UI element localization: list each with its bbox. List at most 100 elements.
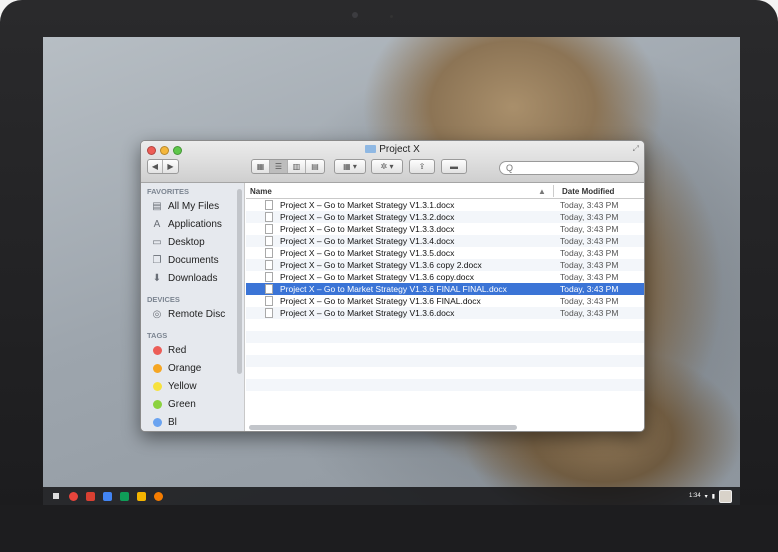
- table-row-selected[interactable]: Project X – Go to Market Strategy V1.3.6…: [246, 283, 644, 295]
- tags-header: TAGS: [147, 331, 168, 340]
- sidebar-item-downloads[interactable]: ⬇ Downloads: [141, 269, 244, 287]
- table-row[interactable]: Project X – Go to Market Strategy V1.3.1…: [246, 199, 644, 211]
- back-forward-buttons: ◀ ▶: [147, 159, 179, 174]
- battery-icon: ▮: [711, 493, 715, 500]
- table-row[interactable]: Project X – Go to Market Strategy V1.3.3…: [246, 223, 644, 235]
- sidebar: FAVORITES ▤ All My Files A Applications …: [141, 183, 245, 431]
- sheets-icon[interactable]: [120, 491, 129, 501]
- slides-icon[interactable]: [137, 491, 146, 501]
- document-icon: [265, 308, 273, 318]
- desktop: Project X ⤢ ◀ ▶ ▦ ☰ ▥ ▤ ▦ ▾ ✲ ▾ ⇪ ▬ Q FA…: [43, 37, 740, 505]
- sidebar-item-tag-orange[interactable]: Orange: [141, 359, 244, 377]
- favorites-header: FAVORITES: [147, 187, 189, 196]
- document-icon: [265, 212, 273, 222]
- sidebar-scrollbar[interactable]: [237, 189, 242, 374]
- sidebar-item-tag-green[interactable]: Green: [141, 395, 244, 413]
- chrome-icon[interactable]: [69, 491, 78, 501]
- sidebar-item-applications[interactable]: A Applications: [141, 215, 244, 233]
- file-name: Project X – Go to Market Strategy V1.3.6…: [280, 272, 475, 282]
- status-area[interactable]: 1:34 ▾ ▮: [689, 489, 732, 503]
- search-input[interactable]: Q: [499, 161, 639, 175]
- docs-icon[interactable]: [103, 491, 112, 501]
- finder-window: Project X ⤢ ◀ ▶ ▦ ☰ ▥ ▤ ▦ ▾ ✲ ▾ ⇪ ▬ Q FA…: [140, 140, 645, 432]
- file-rows: Project X – Go to Market Strategy V1.3.1…: [246, 199, 644, 391]
- sidebar-item-all-my-files[interactable]: ▤ All My Files: [141, 197, 244, 215]
- table-row[interactable]: Project X – Go to Market Strategy V1.3.5…: [246, 247, 644, 259]
- file-date: Today, 3:43 PM: [560, 224, 619, 234]
- file-name: Project X – Go to Market Strategy V1.3.6…: [280, 284, 507, 294]
- red-tag-icon: [152, 345, 162, 355]
- arrange-button[interactable]: ▦ ▾: [334, 159, 366, 174]
- camera-icon: [352, 12, 358, 18]
- list-view-button[interactable]: ☰: [270, 160, 288, 173]
- column-header-date-modified[interactable]: Date Modified: [562, 187, 614, 196]
- orange-tag-icon: [152, 363, 162, 373]
- sidebar-item-label: Documents: [168, 254, 219, 266]
- file-date: Today, 3:43 PM: [560, 200, 619, 210]
- empty-row: [246, 367, 644, 379]
- column-view-button[interactable]: ▥: [288, 160, 306, 173]
- gmail-icon[interactable]: [86, 491, 95, 501]
- disc-icon: ◎: [152, 308, 162, 320]
- sidebar-item-tag-yellow[interactable]: Yellow: [141, 377, 244, 395]
- sidebar-item-label: Downloads: [168, 272, 218, 284]
- document-icon: [265, 236, 273, 246]
- downloads-icon: ⬇: [152, 272, 162, 284]
- file-date: Today, 3:43 PM: [560, 248, 619, 258]
- file-date: Today, 3:43 PM: [560, 308, 619, 318]
- shelf: 1:34 ▾ ▮: [43, 487, 740, 505]
- table-row[interactable]: Project X – Go to Market Strategy V1.3.6…: [246, 271, 644, 283]
- sidebar-item-desktop[interactable]: ▭ Desktop: [141, 233, 244, 251]
- table-row[interactable]: Project X – Go to Market Strategy V1.3.6…: [246, 307, 644, 319]
- file-date: Today, 3:43 PM: [560, 284, 619, 294]
- wifi-icon: ▾: [704, 493, 708, 500]
- file-name: Project X – Go to Market Strategy V1.3.6…: [280, 308, 455, 318]
- document-icon: [265, 248, 273, 258]
- documents-icon: ❐: [152, 254, 162, 266]
- action-button[interactable]: ✲ ▾: [371, 159, 403, 174]
- forward-button[interactable]: ▶: [163, 160, 178, 173]
- back-button[interactable]: ◀: [148, 160, 163, 173]
- empty-row: [246, 379, 644, 391]
- title-bar[interactable]: Project X ⤢ ◀ ▶ ▦ ☰ ▥ ▤ ▦ ▾ ✲ ▾ ⇪ ▬ Q: [141, 141, 644, 183]
- laptop-bezel: Project X ⤢ ◀ ▶ ▦ ☰ ▥ ▤ ▦ ▾ ✲ ▾ ⇪ ▬ Q FA…: [0, 0, 778, 552]
- launcher-icon[interactable]: [53, 493, 59, 499]
- sidebar-item-label: Bl: [168, 416, 177, 428]
- file-date: Today, 3:43 PM: [560, 236, 619, 246]
- table-row[interactable]: Project X – Go to Market Strategy V1.3.2…: [246, 211, 644, 223]
- sidebar-item-tag-blue[interactable]: Bl: [141, 413, 244, 431]
- sidebar-item-label: Orange: [168, 362, 202, 374]
- all-files-icon: ▤: [152, 200, 162, 212]
- empty-row: [246, 343, 644, 355]
- file-date: Today, 3:43 PM: [560, 272, 619, 282]
- file-date: Today, 3:43 PM: [560, 212, 619, 222]
- icon-view-button[interactable]: ▦: [252, 160, 270, 173]
- document-icon: [265, 272, 273, 282]
- sidebar-item-label: Green: [168, 398, 196, 410]
- horizontal-scrollbar[interactable]: [249, 425, 517, 430]
- table-row[interactable]: Project X – Go to Market Strategy V1.3.4…: [246, 235, 644, 247]
- cover-flow-button[interactable]: ▤: [306, 160, 324, 173]
- file-name: Project X – Go to Market Strategy V1.3.6…: [280, 260, 482, 270]
- sort-ascending-icon: ▲: [538, 187, 546, 196]
- table-row[interactable]: Project X – Go to Market Strategy V1.3.6…: [246, 259, 644, 271]
- folder-icon: [365, 145, 377, 153]
- document-icon: [265, 296, 273, 306]
- sidebar-item-label: Red: [168, 344, 187, 356]
- file-list: Name ▲ Date Modified Project X – Go to M…: [246, 183, 644, 431]
- laptop-chin: [0, 505, 778, 552]
- file-name: Project X – Go to Market Strategy V1.3.4…: [280, 236, 455, 246]
- music-icon[interactable]: [154, 491, 163, 501]
- sidebar-item-documents[interactable]: ❐ Documents: [141, 251, 244, 269]
- sidebar-item-label: Remote Disc: [168, 308, 226, 320]
- sidebar-item-tag-red[interactable]: Red: [141, 341, 244, 359]
- green-tag-icon: [152, 399, 162, 409]
- table-row[interactable]: Project X – Go to Market Strategy V1.3.6…: [246, 295, 644, 307]
- column-header-name[interactable]: Name: [250, 187, 272, 196]
- sidebar-item-remote-disc[interactable]: ◎ Remote Disc: [141, 305, 244, 323]
- share-button[interactable]: ⇪: [409, 159, 435, 174]
- fullscreen-icon[interactable]: ⤢: [633, 144, 639, 154]
- sensor-icon: [390, 15, 393, 18]
- tags-button[interactable]: ▬: [441, 159, 467, 174]
- sidebar-item-label: Applications: [168, 218, 222, 230]
